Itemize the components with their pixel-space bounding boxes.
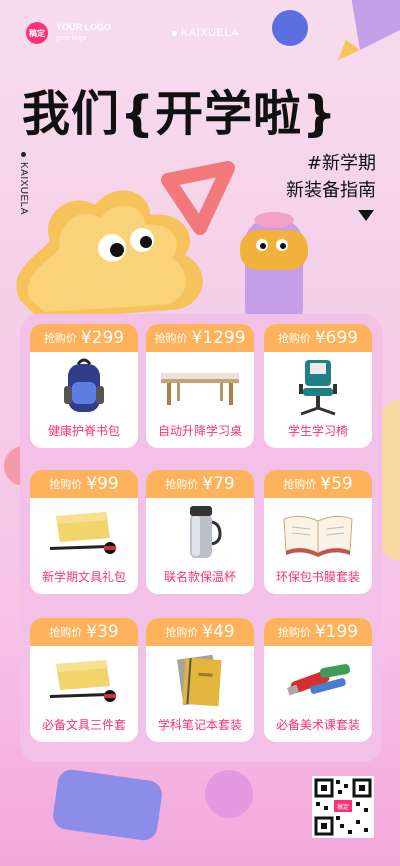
product-name: 环保包书膜套装 bbox=[275, 570, 360, 584]
price-tag: 抢购价 ¥699 bbox=[264, 324, 372, 352]
tagline: #新学期 新装备指南 bbox=[286, 150, 376, 204]
stationery-icon bbox=[30, 646, 138, 716]
price-tag: 抢购价 ¥59 bbox=[264, 470, 372, 498]
poster: 稿定 YOUR LOGO yourlogo KAIXUELA 我们{开学啦} K… bbox=[0, 0, 400, 866]
yellow-fluff-decoration bbox=[380, 400, 400, 560]
price-value: ¥59 bbox=[320, 474, 353, 494]
price-label: 抢购价 bbox=[165, 478, 199, 491]
product-name: 必备文具三件套 bbox=[41, 718, 126, 732]
stationery-icon bbox=[30, 498, 138, 568]
qr-code[interactable]: 稿定 bbox=[312, 776, 374, 838]
product-name: 学生学习椅 bbox=[287, 424, 348, 438]
product-card[interactable]: 抢购价 ¥299 健康护脊书包 bbox=[30, 324, 138, 448]
price-label: 抢购价 bbox=[277, 332, 311, 345]
logo-title: YOUR LOGO bbox=[56, 22, 112, 32]
price-tag: 抢购价 ¥1299 bbox=[146, 324, 254, 352]
product-card[interactable]: 抢购价 ¥199 必备美术课套装 bbox=[264, 618, 372, 742]
product-name: 必备美术课套装 bbox=[275, 718, 360, 732]
dot-icon bbox=[21, 152, 26, 157]
price-value: ¥1299 bbox=[191, 328, 246, 348]
price-tag: 抢购价 ¥199 bbox=[264, 618, 372, 646]
price-value: ¥199 bbox=[314, 622, 359, 642]
product-card[interactable]: 抢购价 ¥39 必备文具三件套 bbox=[30, 618, 138, 742]
price-label: 抢购价 bbox=[277, 626, 311, 639]
tagline-subtitle: 新装备指南 bbox=[286, 180, 376, 201]
product-name: 健康护脊书包 bbox=[47, 424, 120, 438]
price-label: 抢购价 bbox=[43, 332, 77, 345]
price-tag: 抢购价 ¥299 bbox=[30, 324, 138, 352]
blue-fluff-block-decoration bbox=[51, 767, 164, 843]
price-tag: 抢购价 ¥99 bbox=[30, 470, 138, 498]
price-value: ¥49 bbox=[202, 622, 235, 642]
product-card[interactable]: 抢购价 ¥699 学生学习椅 bbox=[264, 324, 372, 448]
product-name: 学科笔记本套装 bbox=[157, 718, 242, 732]
product-card[interactable]: 抢购价 ¥59 环保包书膜套装 bbox=[264, 470, 372, 594]
price-label: 抢购价 bbox=[154, 332, 188, 345]
brand-label: KAIXUELA bbox=[172, 27, 239, 39]
tagline-hashtag: #新学期 bbox=[306, 153, 376, 174]
price-tag: 抢购价 ¥49 bbox=[146, 618, 254, 646]
price-value: ¥299 bbox=[80, 328, 125, 348]
logo-subtitle: yourlogo bbox=[56, 35, 87, 42]
paint-icon bbox=[264, 646, 372, 716]
notebook-icon bbox=[146, 646, 254, 716]
product-name: 自动升降学习桌 bbox=[157, 424, 242, 438]
price-label: 抢购价 bbox=[49, 626, 83, 639]
chair-icon bbox=[264, 352, 372, 422]
price-tag: 抢购价 ¥79 bbox=[146, 470, 254, 498]
product-name: 新学期文具礼包 bbox=[41, 570, 126, 584]
logo: 稿定 YOUR LOGO yourlogo bbox=[26, 22, 111, 44]
qr-center-badge: 稿定 bbox=[334, 800, 352, 812]
price-label: 抢购价 bbox=[283, 478, 317, 491]
price-value: ¥699 bbox=[314, 328, 359, 348]
purple-pompom-decoration bbox=[205, 770, 253, 818]
product-card[interactable]: 抢购价 ¥99 新学期文具礼包 bbox=[30, 470, 138, 594]
side-brand-label: KAIXUELA bbox=[18, 152, 29, 215]
product-card[interactable]: 抢购价 ¥1299 自动升降学习桌 bbox=[146, 324, 254, 448]
price-label: 抢购价 bbox=[49, 478, 83, 491]
book-icon bbox=[264, 498, 372, 568]
price-value: ¥39 bbox=[86, 622, 119, 642]
price-value: ¥79 bbox=[202, 474, 235, 494]
product-card[interactable]: 抢购价 ¥79 联名款保温杯 bbox=[146, 470, 254, 594]
price-label: 抢购价 bbox=[165, 626, 199, 639]
dot-icon bbox=[172, 30, 177, 36]
price-tag: 抢购价 ¥39 bbox=[30, 618, 138, 646]
desk-icon bbox=[146, 352, 254, 422]
price-value: ¥99 bbox=[86, 474, 119, 494]
down-triangle-icon bbox=[358, 210, 374, 221]
crayon-decoration bbox=[338, 0, 400, 60]
page-title: 我们{开学啦} bbox=[22, 86, 338, 142]
product-card[interactable]: 抢购价 ¥49 学科笔记本套装 bbox=[146, 618, 254, 742]
thermos-icon bbox=[146, 498, 254, 568]
backpack-icon bbox=[30, 352, 138, 422]
product-name: 联名款保温杯 bbox=[163, 570, 236, 584]
blue-pompom-decoration bbox=[272, 10, 308, 46]
logo-badge: 稿定 bbox=[26, 22, 48, 44]
